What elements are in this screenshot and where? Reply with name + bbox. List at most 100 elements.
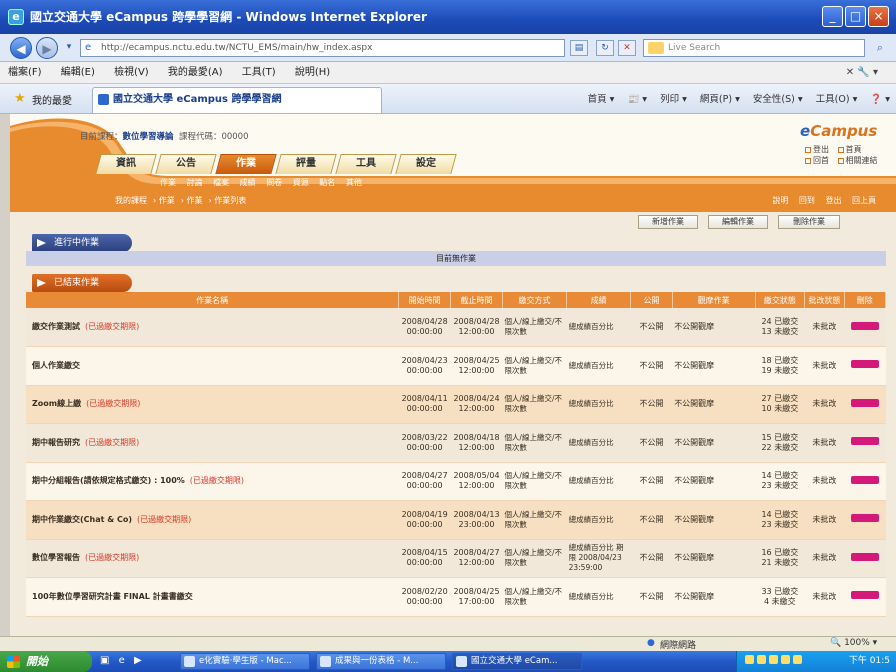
right-link[interactable]: 說明 (772, 196, 788, 205)
submenu-item[interactable]: 檔案 (213, 178, 229, 187)
cmd-help[interactable]: ❓ ▾ (870, 94, 890, 105)
submenu-item[interactable]: 成績 (240, 178, 256, 187)
header-link-logout[interactable]: 登出 (805, 144, 829, 155)
taskbar-item-active[interactable]: 國立交通大學 eCam... (452, 653, 582, 670)
right-link[interactable]: 回上頁 (852, 196, 876, 205)
header-link-home[interactable]: 首頁 (837, 144, 862, 155)
submitted-count[interactable]: 15 已繳交 (761, 433, 798, 442)
ie-quicklaunch-icon[interactable]: e (119, 655, 125, 666)
homework-name-cell[interactable]: 期中作業繳交(Chat & Co) (已過繳交期限) (26, 500, 399, 540)
homework-name-cell[interactable]: 100年數位學習研究計畫 FINAL 計畫書繳交 (26, 577, 399, 617)
submission-counts[interactable]: 14 已繳交 23 未繳交 (755, 462, 805, 501)
pending-count[interactable]: 10 未繳交 (761, 404, 798, 413)
pending-count[interactable]: 21 未繳交 (761, 558, 798, 567)
pending-count[interactable]: 23 未繳交 (761, 520, 798, 529)
homework-name-cell[interactable]: 期中報告研究 (已過繳交期限) (26, 423, 399, 463)
delete-button[interactable] (850, 321, 879, 330)
submitted-count[interactable]: 27 已繳交 (761, 394, 798, 403)
submitted-count[interactable]: 16 已繳交 (761, 548, 798, 557)
homework-name[interactable]: 100年數位學習研究計畫 FINAL 計畫書繳交 (32, 592, 193, 601)
delete-button[interactable] (850, 437, 879, 446)
history-dropdown-icon[interactable]: ▾ (60, 40, 78, 56)
header-link-related[interactable]: 相關連結 (837, 155, 878, 166)
course-name[interactable]: 數位學習導論 (123, 132, 174, 142)
tray-icon[interactable] (781, 655, 790, 664)
taskbar-item[interactable]: e化實驗·學生版 - Mac... (180, 653, 310, 670)
menu-right-icons[interactable]: ✕ 🔧 ▾ (838, 62, 886, 84)
pending-count[interactable]: 19 未繳交 (761, 366, 798, 375)
delete-button[interactable] (850, 360, 879, 369)
cmd-page[interactable]: 網頁(P) ▾ (700, 94, 740, 105)
maximize-button[interactable]: □ (845, 6, 866, 27)
compat-view-icon[interactable]: ▤ (570, 40, 588, 56)
submenu-item[interactable]: 作業 (160, 178, 176, 187)
cmd-tools[interactable]: 工具(O) ▾ (816, 94, 858, 105)
refresh-icon[interactable]: ↻ (596, 40, 614, 56)
tab-announce[interactable]: 公告 (155, 154, 217, 174)
submitted-count[interactable]: 24 已繳交 (761, 317, 798, 326)
submenu-item[interactable]: 討論 (187, 178, 203, 187)
right-link[interactable]: 回到 (799, 196, 815, 205)
minimize-button[interactable]: _ (822, 6, 843, 27)
cmd-home[interactable]: 首頁 ▾ (588, 94, 615, 105)
delete-button[interactable] (850, 398, 879, 407)
col-end[interactable]: 截止時間 (450, 292, 503, 308)
header-link-back[interactable]: 回首 (805, 155, 829, 166)
volume-icon[interactable] (793, 655, 802, 664)
start-button[interactable]: 開始 (0, 651, 92, 672)
submission-counts[interactable]: 33 已繳交 4 未繳交 (755, 577, 805, 617)
delete-button[interactable] (850, 591, 879, 600)
homework-name-cell[interactable]: 數位學習報告 (已過繳交期限) (26, 539, 399, 578)
homework-name-cell[interactable]: 繳交作業測試 (已過繳交期限) (26, 308, 399, 347)
submission-counts[interactable]: 16 已繳交 21 未繳交 (755, 539, 805, 578)
tab-settings[interactable]: 設定 (395, 154, 457, 174)
pending-count[interactable]: 23 未繳交 (761, 481, 798, 490)
cmd-safety[interactable]: 安全性(S) ▾ (753, 94, 803, 105)
submenu-item[interactable]: 資源 (293, 178, 309, 187)
right-link[interactable]: 登出 (825, 196, 841, 205)
breadcrumb-item[interactable]: 我的課程 (115, 196, 147, 205)
breadcrumb-item[interactable]: 作業 (187, 196, 203, 205)
favorites-label[interactable]: 我的最愛 (32, 92, 72, 107)
pending-count[interactable]: 22 未繳交 (761, 443, 798, 452)
submenu-item[interactable]: 問卷 (266, 178, 282, 187)
tray-icon[interactable] (745, 655, 754, 664)
breadcrumb-item[interactable]: 作業 (159, 196, 175, 205)
back-button[interactable]: ◀ (10, 37, 32, 59)
desktop-icon[interactable]: ▣ (100, 655, 109, 666)
homework-name-cell[interactable]: 期中分組報告(請依規定格式繳交) : 100% (已過繳交期限) (26, 462, 399, 501)
submission-counts[interactable]: 18 已繳交 19 未繳交 (755, 346, 805, 386)
submenu-item[interactable]: 點名 (319, 178, 335, 187)
tray-icon[interactable] (757, 655, 766, 664)
add-homework-button[interactable]: 新增作業 (638, 215, 698, 229)
tab-tools[interactable]: 工具 (335, 154, 397, 174)
taskbar-item[interactable]: 成果與一份表格 - M... (316, 653, 446, 670)
menu-file[interactable]: 檔案(F) (0, 62, 50, 84)
homework-name[interactable]: 個人作業繳交 (32, 361, 80, 370)
search-input[interactable]: Live Search (643, 39, 865, 57)
submitted-count[interactable]: 33 已繳交 (761, 587, 798, 596)
delete-button[interactable] (850, 514, 879, 523)
menu-favorites[interactable]: 我的最愛(A) (160, 62, 231, 84)
submitted-count[interactable]: 14 已繳交 (761, 471, 798, 480)
tray-icon[interactable] (769, 655, 778, 664)
pending-count[interactable]: 13 未繳交 (761, 327, 798, 336)
cmd-print[interactable]: 列印 ▾ (660, 94, 687, 105)
homework-name[interactable]: 期中作業繳交(Chat & Co) (32, 515, 132, 524)
forward-button[interactable]: ▶ (36, 37, 58, 59)
submitted-count[interactable]: 14 已繳交 (761, 510, 798, 519)
homework-name[interactable]: 數位學習報告 (32, 553, 80, 562)
submenu-item[interactable]: 其他 (346, 178, 362, 187)
homework-name[interactable]: Zoom線上繳 (32, 399, 81, 408)
homework-name-cell[interactable]: Zoom線上繳 (已過繳交期限) (26, 385, 399, 424)
delete-button[interactable] (850, 552, 879, 561)
url-input[interactable]: e http://ecampus.nctu.edu.tw/NCTU_EMS/ma… (80, 39, 565, 57)
menu-tools[interactable]: 工具(T) (234, 62, 284, 84)
edit-homework-button[interactable]: 編輯作業 (708, 215, 768, 229)
tab-info[interactable]: 資訊 (95, 154, 157, 174)
zoom-level[interactable]: 🔍 100% ▾ (830, 638, 877, 648)
homework-name-cell[interactable]: 個人作業繳交 (26, 346, 399, 386)
menu-view[interactable]: 檢視(V) (106, 62, 157, 84)
media-icon[interactable]: ▶ (134, 655, 142, 666)
homework-name[interactable]: 繳交作業測試 (32, 322, 80, 331)
